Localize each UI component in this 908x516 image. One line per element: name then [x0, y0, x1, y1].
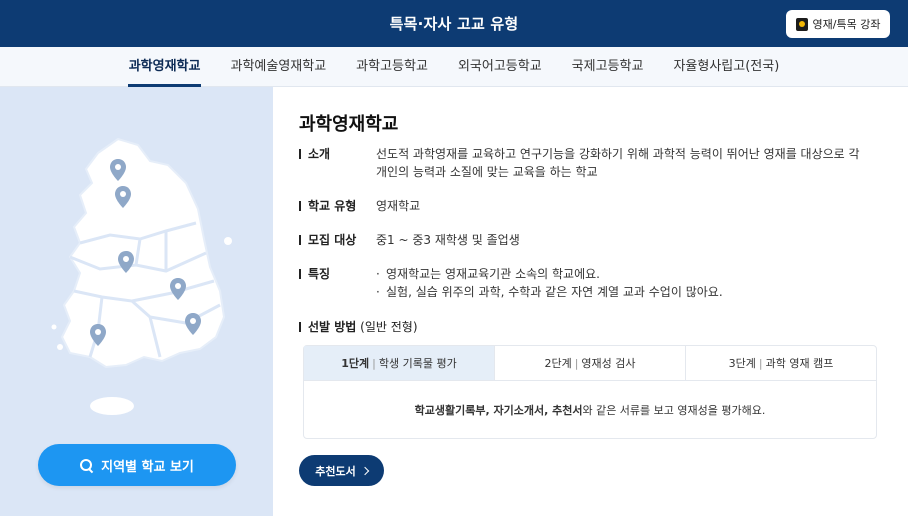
step-stage: 1단계: [341, 357, 370, 370]
tab-foreign-language-high[interactable]: 외국어고등학교: [443, 47, 557, 87]
intro-row: 소개 선도적 과학영재를 교육하고 연구기능을 강화하기 위해 과학적 능력이 …: [299, 145, 866, 181]
step-divider: |: [372, 356, 376, 370]
view-by-region-label: 지역별 학교 보기: [101, 459, 194, 475]
school-title: 과학영재학교: [299, 114, 399, 135]
recruit-label: 모집 대상: [299, 231, 376, 249]
step-tab-3[interactable]: 3단계 | 과학 영재 캠프: [686, 346, 876, 380]
tab-label: 과학고등학교: [356, 59, 428, 74]
feature-item: 실험, 실습 위주의 과학, 수학과 같은 자연 계열 교과 수업이 많아요.: [376, 283, 866, 301]
search-icon: [80, 458, 93, 472]
header: 특목·자사 고교 유형 영재/특목 강좌: [0, 0, 908, 47]
selection-sub: (일반 전형): [360, 320, 418, 334]
tab-label: 외국어고등학교: [457, 59, 542, 74]
recommended-books-button[interactable]: 추천도서: [299, 455, 384, 486]
view-by-region-button[interactable]: 지역별 학교 보기: [38, 444, 236, 486]
step-tab-1[interactable]: 1단계 | 학생 기록물 평가: [304, 346, 495, 380]
type-value: 영재학교: [376, 199, 421, 213]
tab-autonomous-private-high[interactable]: 자율형사립고(전국): [658, 47, 794, 87]
map-mainland: [60, 137, 226, 369]
tab-international-high[interactable]: 국제고등학교: [557, 47, 659, 87]
feature-list: 영재학교는 영재교육기관 소속의 학교에요. 실험, 실습 위주의 과학, 수학…: [376, 265, 866, 301]
step-name: 학생 기록물 평가: [378, 357, 457, 370]
school-type-tabs: 과학영재학교 과학예술영재학교 과학고등학교 외국어고등학교 국제고등학교 자율…: [0, 47, 908, 87]
tab-label: 과학영재학교: [128, 59, 201, 74]
feature-row: 특징 영재학교는 영재교육기관 소속의 학교에요. 실험, 실습 위주의 과학,…: [299, 265, 866, 301]
tab-science-arts-gifted[interactable]: 과학예술영재학교: [215, 47, 341, 87]
gifted-course-label: 영재/특목 강좌: [812, 18, 881, 31]
intro-value: 선도적 과학영재를 교육하고 연구기능을 강화하기 위해 과학적 능력이 뛰어난…: [376, 147, 860, 179]
type-label: 학교 유형: [299, 197, 376, 215]
badge-icon: [795, 17, 808, 31]
recruit-value: 중1 ~ 중3 재학생 및 졸업생: [376, 233, 520, 247]
step-desc-rest: 와 같은 서류를 보고 영재성을 평가해요.: [582, 404, 766, 417]
feature-label: 특징: [299, 265, 376, 301]
step-stage: 2단계: [544, 357, 572, 370]
page-title: 특목·자사 고교 유형: [389, 15, 519, 33]
korea-map: [51, 137, 232, 415]
feature-item: 영재학교는 영재교육기관 소속의 학교에요.: [376, 265, 866, 283]
tab-science-high[interactable]: 과학고등학교: [341, 47, 443, 87]
map-island: [51, 324, 57, 330]
map-island: [57, 344, 63, 350]
recruit-row: 모집 대상 중1 ~ 중3 재학생 및 졸업생: [299, 231, 866, 249]
step-divider: |: [574, 356, 579, 370]
map-panel: 지역별 학교 보기: [0, 87, 273, 516]
chevron-right-icon: [360, 466, 369, 475]
tab-label: 국제고등학교: [571, 59, 644, 74]
step-name: 영재성 검사: [581, 357, 636, 370]
intro-label: 소개: [299, 145, 376, 181]
school-detail: 과학영재학교 소개 선도적 과학영재를 교육하고 연구기능을 강화하기 위해 과…: [273, 87, 908, 516]
step-desc-bold: 학교생활기록부, 자기소개서, 추천서: [414, 404, 583, 417]
tab-label: 과학예술영재학교: [230, 59, 327, 74]
step-tabs: 1단계 | 학생 기록물 평가 2단계 | 영재성 검사 3단계 | 과학 영재 캠프: [304, 346, 876, 381]
step-description: 학교생활기록부, 자기소개서, 추천서와 같은 서류를 보고 영재성을 평가해요…: [304, 381, 876, 439]
selection-heading: 선발 방법 (일반 전형): [299, 318, 418, 335]
map-jeju: [90, 397, 134, 415]
selection-steps: 1단계 | 학생 기록물 평가 2단계 | 영재성 검사 3단계 | 과학 영재 캠프 학교…: [303, 345, 877, 439]
map-island: [224, 237, 232, 245]
selection-label: 선발 방법: [308, 320, 357, 334]
step-stage: 3단계: [728, 357, 756, 370]
type-row: 학교 유형 영재학교: [299, 197, 866, 215]
recommended-books-label: 추천도서: [315, 464, 356, 478]
step-name: 과학 영재 캠프: [765, 357, 834, 370]
tab-science-gifted[interactable]: 과학영재학교: [114, 47, 216, 87]
step-tab-2[interactable]: 2단계 | 영재성 검사: [495, 346, 686, 380]
gifted-course-button[interactable]: 영재/특목 강좌: [786, 10, 890, 38]
step-divider: |: [758, 356, 763, 370]
tab-label: 자율형사립고(전국): [673, 59, 780, 74]
